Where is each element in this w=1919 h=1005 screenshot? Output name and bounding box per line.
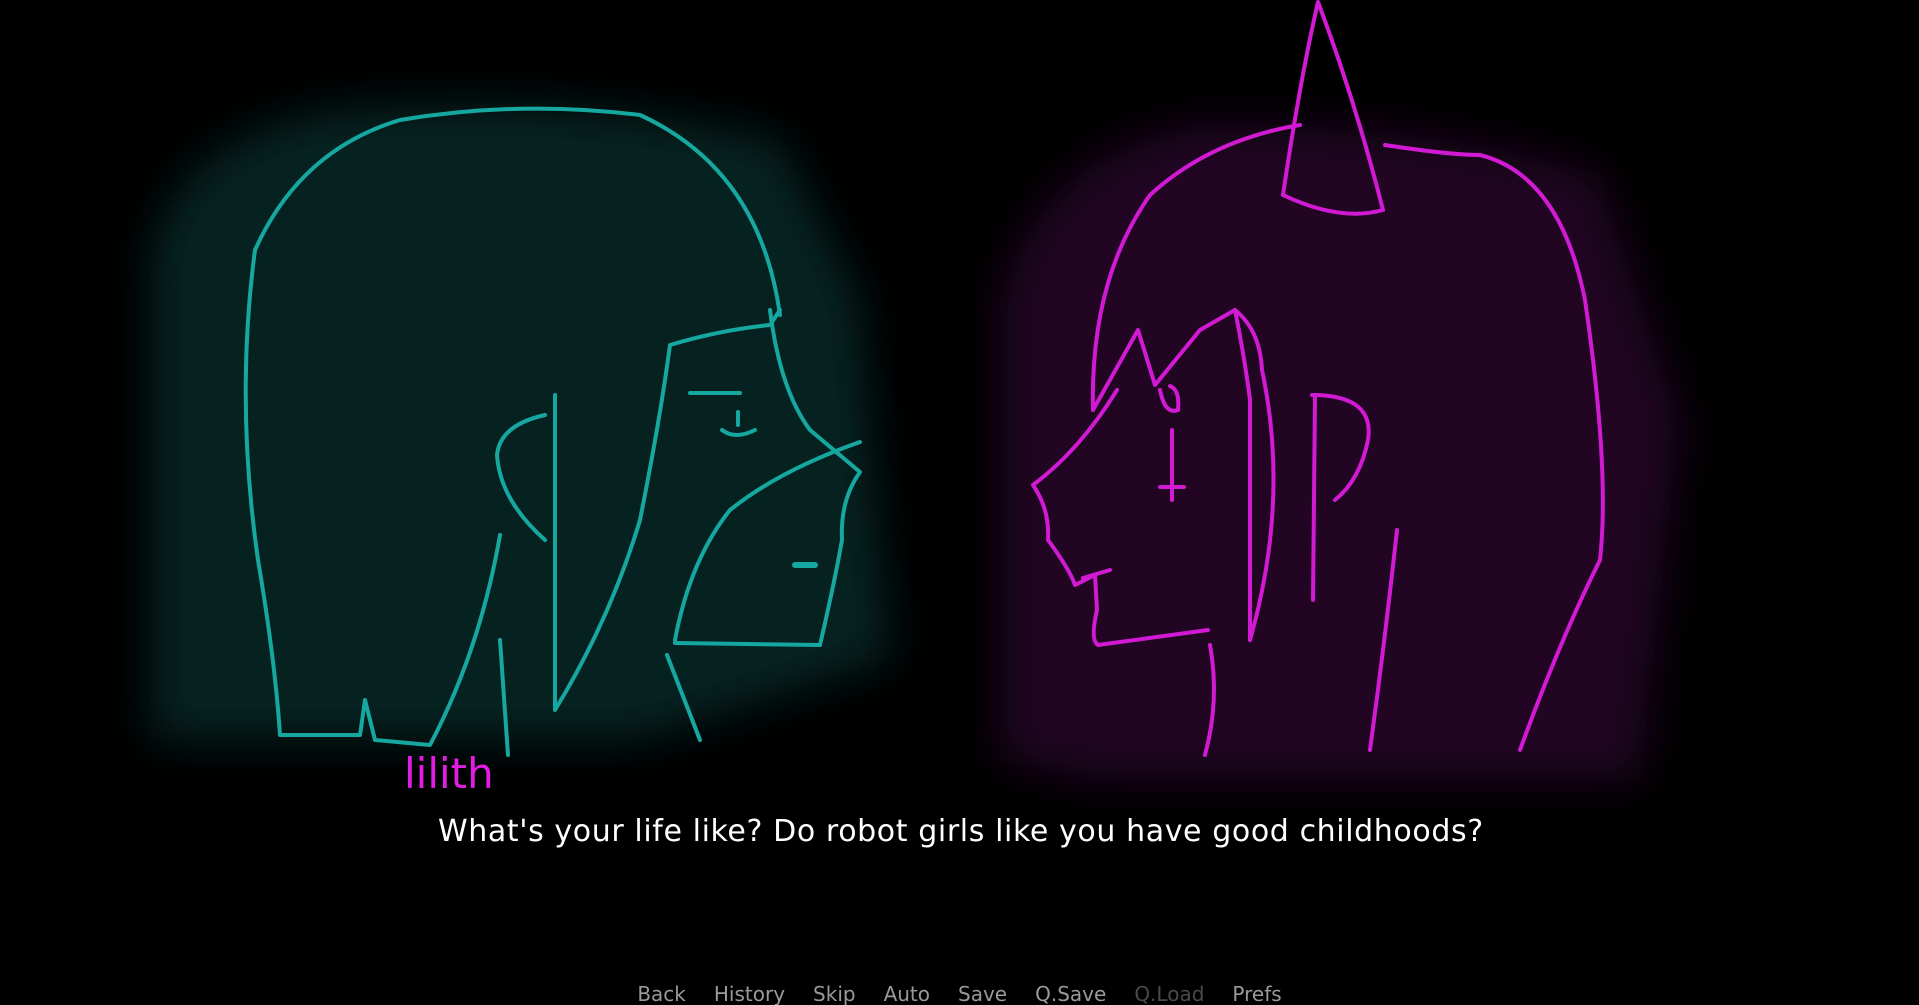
dialogue-text[interactable]: What's your life like? Do robot girls li… xyxy=(438,812,1484,852)
magenta-character-sprite xyxy=(1000,0,1680,781)
quick-menu: Back History Skip Auto Save Q.Save Q.Loa… xyxy=(0,982,1919,1005)
teal-character-sprite xyxy=(150,104,890,757)
skip-button[interactable]: Skip xyxy=(813,982,856,1005)
save-button[interactable]: Save xyxy=(958,982,1007,1005)
quick-save-button[interactable]: Q.Save xyxy=(1035,982,1106,1005)
speaker-name: lilith xyxy=(404,749,494,798)
game-scene[interactable]: lilith What's your life like? Do robot g… xyxy=(0,0,1919,1005)
prefs-button[interactable]: Prefs xyxy=(1232,982,1281,1005)
auto-button[interactable]: Auto xyxy=(884,982,930,1005)
character-sprites xyxy=(150,0,1680,781)
back-button[interactable]: Back xyxy=(637,982,686,1005)
quick-load-button[interactable]: Q.Load xyxy=(1134,982,1204,1005)
history-button[interactable]: History xyxy=(714,982,785,1005)
